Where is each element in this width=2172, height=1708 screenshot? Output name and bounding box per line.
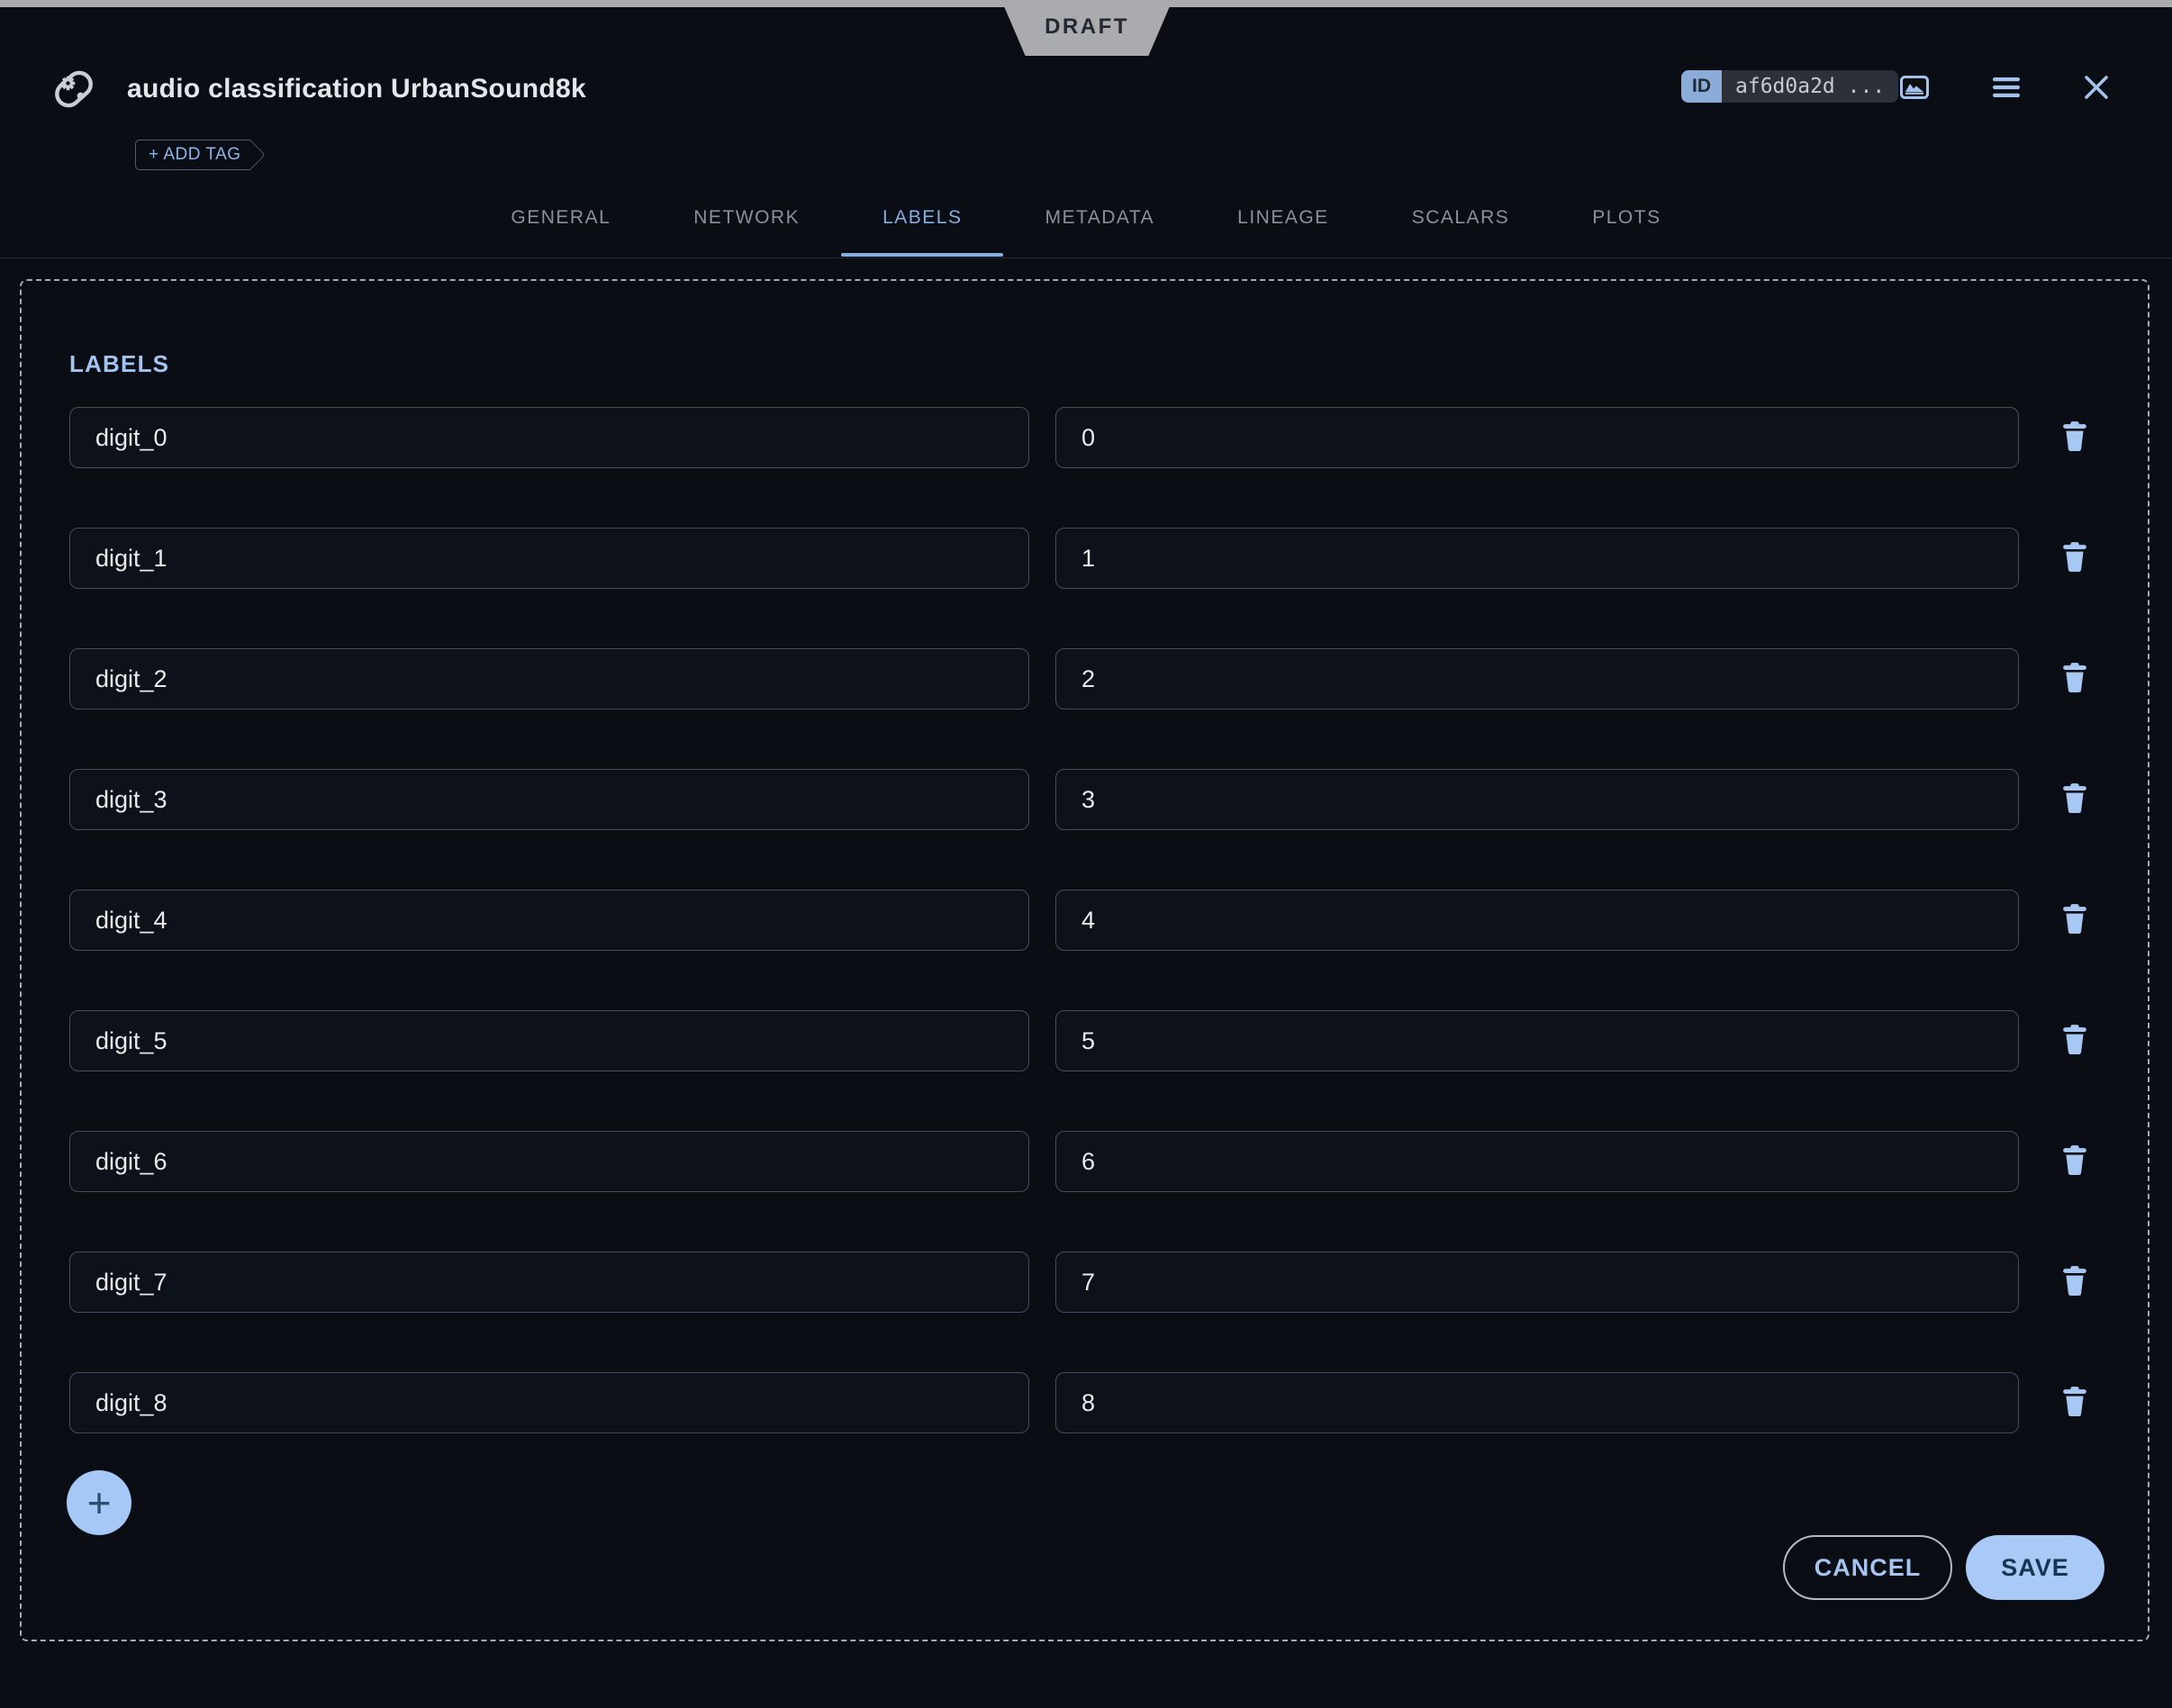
add-tag-button[interactable]: + ADD TAG xyxy=(135,140,250,170)
model-icon xyxy=(51,65,96,113)
tab-general[interactable]: GENERAL xyxy=(469,200,652,258)
save-button[interactable]: SAVE xyxy=(1966,1535,2104,1600)
id-badge[interactable]: ID af6d0a2d ... xyxy=(1681,70,1898,103)
label-name-input[interactable] xyxy=(69,407,1029,468)
label-name-input[interactable] xyxy=(69,1131,1029,1192)
label-row xyxy=(69,769,2095,830)
label-name-input[interactable] xyxy=(69,890,1029,951)
label-value-input[interactable] xyxy=(1055,1372,2019,1433)
label-value-input[interactable] xyxy=(1055,1252,2019,1313)
plots-preview-icon[interactable] xyxy=(1900,76,1929,99)
label-value-input[interactable] xyxy=(1055,890,2019,951)
cancel-button[interactable]: CANCEL xyxy=(1783,1535,1952,1600)
label-row xyxy=(69,407,2095,468)
tab-labels[interactable]: LABELS xyxy=(841,200,1003,258)
delete-row-button[interactable] xyxy=(2055,1379,2095,1426)
label-value-input[interactable] xyxy=(1055,769,2019,830)
label-row xyxy=(69,1010,2095,1071)
label-value-input[interactable] xyxy=(1055,528,2019,589)
label-value-input[interactable] xyxy=(1055,1131,2019,1192)
trash-icon xyxy=(2062,1145,2087,1179)
delete-row-button[interactable] xyxy=(2055,655,2095,702)
tab-lineage[interactable]: LINEAGE xyxy=(1196,200,1371,258)
labels-section-heading: LABELS xyxy=(69,350,169,378)
label-name-input[interactable] xyxy=(69,1372,1029,1433)
tab-metadata[interactable]: METADATA xyxy=(1003,200,1196,258)
trash-icon xyxy=(2062,783,2087,817)
trash-icon xyxy=(2062,904,2087,937)
status-ribbon: DRAFT xyxy=(1001,0,1172,56)
add-tag-label: + ADD TAG xyxy=(149,145,241,165)
delete-row-button[interactable] xyxy=(2055,1017,2095,1064)
label-value-input[interactable] xyxy=(1055,407,2019,468)
label-rows xyxy=(69,407,2095,1493)
tab-bar: GENERALNETWORKLABELSMETADATALINEAGESCALA… xyxy=(0,200,2172,258)
label-name-input[interactable] xyxy=(69,1010,1029,1071)
label-name-input[interactable] xyxy=(69,769,1029,830)
label-row xyxy=(69,528,2095,589)
add-label-row-button[interactable]: + xyxy=(67,1470,131,1535)
delete-row-button[interactable] xyxy=(2055,897,2095,944)
delete-row-button[interactable] xyxy=(2055,776,2095,823)
label-name-input[interactable] xyxy=(69,1252,1029,1313)
label-row xyxy=(69,1372,2095,1433)
label-name-input[interactable] xyxy=(69,528,1029,589)
page-title: audio classification UrbanSound8k xyxy=(127,72,586,106)
trash-icon xyxy=(2062,542,2087,575)
trash-icon xyxy=(2062,1266,2087,1299)
tab-network[interactable]: NETWORK xyxy=(652,200,841,258)
label-row xyxy=(69,890,2095,951)
hamburger-menu-icon[interactable] xyxy=(1993,77,2020,97)
label-row xyxy=(69,1252,2095,1313)
id-badge-label: ID xyxy=(1681,70,1722,103)
tab-scalars[interactable]: SCALARS xyxy=(1371,200,1552,258)
delete-row-button[interactable] xyxy=(2055,1138,2095,1185)
label-name-input[interactable] xyxy=(69,648,1029,709)
id-badge-value: af6d0a2d ... xyxy=(1722,70,1898,103)
close-icon[interactable] xyxy=(2085,76,2108,99)
label-row xyxy=(69,648,2095,709)
tab-plots[interactable]: PLOTS xyxy=(1551,200,1702,258)
status-ribbon-label: DRAFT xyxy=(1045,14,1129,40)
delete-row-button[interactable] xyxy=(2055,414,2095,461)
trash-icon xyxy=(2062,1025,2087,1058)
delete-row-button[interactable] xyxy=(2055,535,2095,582)
label-value-input[interactable] xyxy=(1055,1010,2019,1071)
label-value-input[interactable] xyxy=(1055,648,2019,709)
label-row xyxy=(69,1131,2095,1192)
trash-icon xyxy=(2062,663,2087,696)
trash-icon xyxy=(2062,421,2087,455)
trash-icon xyxy=(2062,1387,2087,1420)
delete-row-button[interactable] xyxy=(2055,1259,2095,1306)
